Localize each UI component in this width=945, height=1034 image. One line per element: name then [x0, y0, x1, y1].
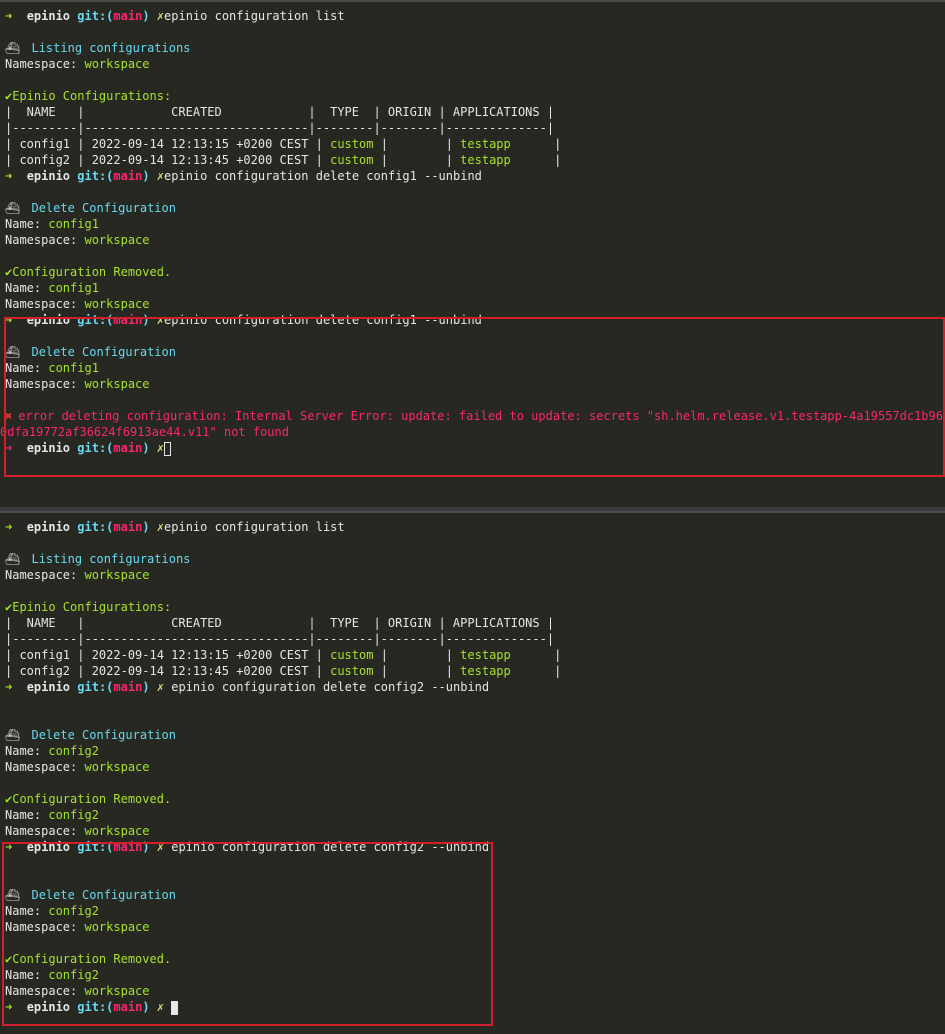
dirty-icon: ✗ — [156, 1000, 165, 1014]
prompt-line: ➜ epinio git:(main) ✗epinio configuratio… — [5, 313, 482, 327]
error-message-cont: 0dfa19772af36624f6913ae44.v11" not found — [0, 425, 289, 439]
prompt-line: ➜ epinio git:(main) ✗ epinio configurati… — [5, 680, 490, 694]
listing-header: ⛴ Listing configurations — [5, 41, 191, 55]
prompt-line: ➜ epinio git:(main) ✗ epinio configurati… — [5, 840, 490, 854]
ship-icon: ⛴ — [5, 201, 21, 215]
delete-header: ⛴ Delete Configuration — [5, 345, 176, 359]
ship-icon: ⛴ — [5, 552, 21, 566]
error-message: ✖ error deleting configuration: Internal … — [5, 409, 945, 423]
prompt-line: ➜ epinio git:(main) ✗epinio configuratio… — [5, 169, 482, 183]
prompt-arrow-icon: ➜ — [5, 840, 13, 854]
table-header: | NAME | CREATED | TYPE | ORIGIN | APPLI… — [5, 105, 555, 119]
prompt-arrow-icon: ➜ — [5, 520, 13, 534]
command-text: epinio configuration delete config2 --un… — [164, 680, 490, 694]
command-text: epinio configuration delete config1 --un… — [164, 313, 482, 327]
text-cursor — [171, 1000, 179, 1015]
command-text: epinio configuration delete config2 --un… — [164, 840, 490, 854]
delete-header: ⛴ Delete Configuration — [5, 728, 176, 742]
prompt-line: ➜ epinio git:(main) ✗ — [5, 440, 945, 456]
dirty-icon: ✗ — [156, 840, 165, 854]
dirty-icon: ✗ — [156, 520, 165, 534]
command-text: epinio configuration delete config1 --un… — [164, 169, 482, 183]
delete-header: ⛴ Delete Configuration — [5, 201, 176, 215]
table-separator: |---------|-----------------------------… — [5, 121, 555, 135]
removed-status: ✔Configuration Removed. — [5, 952, 172, 966]
table-row: | config2 | 2022-09-14 12:13:45 +0200 CE… — [5, 153, 562, 167]
prompt-arrow-icon: ➜ — [5, 169, 13, 183]
prompt-arrow-icon: ➜ — [5, 680, 13, 694]
command-text: epinio configuration list — [164, 9, 345, 23]
table-row: | config2 | 2022-09-14 12:13:45 +0200 CE… — [5, 664, 562, 678]
dirty-icon: ✗ — [156, 313, 165, 327]
terminal-pane-bottom[interactable]: ➜ epinio git:(main) ✗ epinio configuratio… — [0, 511, 945, 1034]
prompt-arrow-icon: ➜ — [5, 441, 13, 455]
delete-header: ⛴ Delete Configuration — [5, 888, 176, 902]
ship-icon: ⛴ — [5, 728, 21, 742]
terminal-pane-top[interactable]: ➜ epinio git:(main) ✗ epinio configuratio… — [0, 0, 945, 507]
ship-icon: ⛴ — [5, 345, 21, 359]
table-row: | config1 | 2022-09-14 12:13:15 +0200 CE… — [5, 137, 562, 151]
table-header: | NAME | CREATED | TYPE | ORIGIN | APPLI… — [5, 616, 555, 630]
dirty-icon: ✗ — [156, 441, 165, 455]
text-cursor — [164, 441, 172, 456]
ship-icon: ⛴ — [5, 888, 21, 902]
terminal-output: ➜ epinio git:(main) ✗ epinio configuratio… — [0, 8, 945, 456]
command-text: epinio configuration list — [164, 520, 345, 534]
dirty-icon: ✗ — [156, 680, 165, 694]
ship-icon: ⛴ — [5, 41, 21, 55]
dirty-icon: ✗ — [156, 169, 165, 183]
cross-icon: ✖ — [5, 409, 13, 423]
removed-status: ✔Configuration Removed. — [5, 265, 172, 279]
dirty-icon: ✗ — [156, 9, 165, 23]
prompt-line: ➜ epinio git:(main) ✗ — [5, 999, 561, 1015]
terminal-output: ➜ epinio git:(main) ✗ epinio configuratio… — [5, 520, 562, 1015]
table-separator: |---------|-----------------------------… — [5, 632, 555, 646]
table-row: | config1 | 2022-09-14 12:13:15 +0200 CE… — [5, 648, 562, 662]
prompt-arrow-icon: ➜ — [5, 313, 13, 327]
prompt-arrow-icon: ➜ — [5, 9, 13, 23]
prompt-line: ➜ epinio git:(main) ✗epinio configuratio… — [5, 520, 345, 534]
removed-status: ✔Configuration Removed. — [5, 792, 172, 806]
listing-header: ⛴ Listing configurations — [5, 552, 191, 566]
prompt-line: ➜ epinio git:(main) ✗epinio configuratio… — [5, 9, 345, 23]
prompt-arrow-icon: ➜ — [5, 1000, 13, 1014]
